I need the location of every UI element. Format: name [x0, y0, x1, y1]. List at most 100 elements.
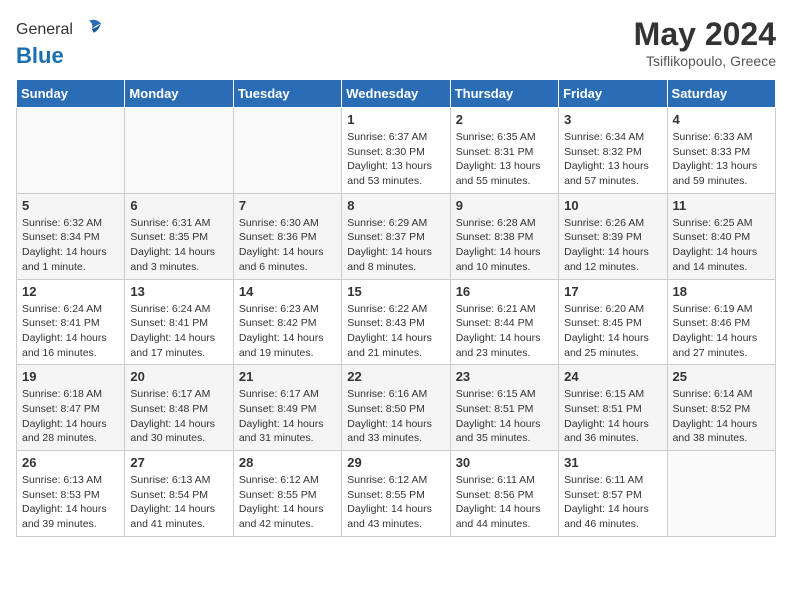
- calendar-cell: 24 Sunrise: 6:15 AM Sunset: 8:51 PM Dayli…: [559, 365, 667, 451]
- calendar-week-row: 19Sunrise: 6:18 AM Sunset: 8:47 PM Dayli…: [17, 365, 776, 451]
- calendar-cell: 23Sunrise: 6:15 AM Sunset: 8:51 PM Dayli…: [450, 365, 558, 451]
- day-info: Sunrise: 6:15 AM Sunset: 8:51 PM Dayligh…: [564, 387, 661, 446]
- calendar-cell: 12 Sunrise: 6:24 AM Sunset: 8:41 PM Dayli…: [17, 279, 125, 365]
- calendar-cell: 5 Sunrise: 6:32 AM Sunset: 8:34 PM Daylig…: [17, 193, 125, 279]
- calendar-week-row: 5 Sunrise: 6:32 AM Sunset: 8:34 PM Daylig…: [17, 193, 776, 279]
- day-number: 12: [22, 284, 119, 299]
- calendar-cell: 13 Sunrise: 6:24 AM Sunset: 8:41 PM Dayli…: [125, 279, 233, 365]
- day-number: 28: [239, 455, 336, 470]
- day-number: 16: [456, 284, 553, 299]
- day-info: Sunrise: 6:26 AM Sunset: 8:39 PM Dayligh…: [564, 216, 661, 275]
- day-info: Sunrise: 6:24 AM Sunset: 8:41 PM Dayligh…: [130, 302, 227, 361]
- day-info: Sunrise: 6:17 AM Sunset: 8:49 PM Dayligh…: [239, 387, 336, 446]
- day-info: Sunrise: 6:11 AM Sunset: 8:57 PM Dayligh…: [564, 473, 661, 532]
- day-number: 30: [456, 455, 553, 470]
- day-number: 20: [130, 369, 227, 384]
- day-number: 4: [673, 112, 770, 127]
- day-info: Sunrise: 6:16 AM Sunset: 8:50 PM Dayligh…: [347, 387, 444, 446]
- calendar-cell: [17, 108, 125, 194]
- day-info: Sunrise: 6:14 AM Sunset: 8:52 PM Dayligh…: [673, 387, 770, 446]
- day-info: Sunrise: 6:31 AM Sunset: 8:35 PM Dayligh…: [130, 216, 227, 275]
- calendar-cell: 20 Sunrise: 6:17 AM Sunset: 8:48 PM Dayli…: [125, 365, 233, 451]
- day-number: 27: [130, 455, 227, 470]
- calendar-cell: [125, 108, 233, 194]
- calendar-cell: 28 Sunrise: 6:12 AM Sunset: 8:55 PM Dayli…: [233, 451, 341, 537]
- day-number: 18: [673, 284, 770, 299]
- day-header-saturday: Saturday: [667, 80, 775, 108]
- day-info: Sunrise: 6:35 AM Sunset: 8:31 PM Dayligh…: [456, 130, 553, 189]
- day-number: 24: [564, 369, 661, 384]
- day-info: Sunrise: 6:12 AM Sunset: 8:55 PM Dayligh…: [347, 473, 444, 532]
- calendar-cell: 1 Sunrise: 6:37 AM Sunset: 8:30 PM Daylig…: [342, 108, 450, 194]
- calendar-cell: 6Sunrise: 6:31 AM Sunset: 8:35 PM Daylig…: [125, 193, 233, 279]
- calendar-cell: 10 Sunrise: 6:26 AM Sunset: 8:39 PM Dayli…: [559, 193, 667, 279]
- day-number: 8: [347, 198, 444, 213]
- day-number: 10: [564, 198, 661, 213]
- day-info: Sunrise: 6:17 AM Sunset: 8:48 PM Dayligh…: [130, 387, 227, 446]
- day-header-thursday: Thursday: [450, 80, 558, 108]
- day-header-sunday: Sunday: [17, 80, 125, 108]
- day-info: Sunrise: 6:11 AM Sunset: 8:56 PM Dayligh…: [456, 473, 553, 532]
- calendar-cell: 22 Sunrise: 6:16 AM Sunset: 8:50 PM Dayli…: [342, 365, 450, 451]
- calendar-cell: 31 Sunrise: 6:11 AM Sunset: 8:57 PM Dayli…: [559, 451, 667, 537]
- calendar-cell: 17 Sunrise: 6:20 AM Sunset: 8:45 PM Dayli…: [559, 279, 667, 365]
- day-info: Sunrise: 6:29 AM Sunset: 8:37 PM Dayligh…: [347, 216, 444, 275]
- day-number: 15: [347, 284, 444, 299]
- month-year-title: May 2024: [634, 16, 776, 53]
- day-number: 3: [564, 112, 661, 127]
- day-info: Sunrise: 6:30 AM Sunset: 8:36 PM Dayligh…: [239, 216, 336, 275]
- day-header-monday: Monday: [125, 80, 233, 108]
- calendar-cell: 8 Sunrise: 6:29 AM Sunset: 8:37 PM Daylig…: [342, 193, 450, 279]
- location-subtitle: Tsiflikopoulo, Greece: [634, 53, 776, 69]
- day-header-wednesday: Wednesday: [342, 80, 450, 108]
- calendar-table: SundayMondayTuesdayWednesdayThursdayFrid…: [16, 79, 776, 537]
- day-number: 17: [564, 284, 661, 299]
- day-info: Sunrise: 6:32 AM Sunset: 8:34 PM Dayligh…: [22, 216, 119, 275]
- calendar-week-row: 12 Sunrise: 6:24 AM Sunset: 8:41 PM Dayli…: [17, 279, 776, 365]
- day-info: Sunrise: 6:33 AM Sunset: 8:33 PM Dayligh…: [673, 130, 770, 189]
- day-number: 22: [347, 369, 444, 384]
- day-number: 13: [130, 284, 227, 299]
- day-info: Sunrise: 6:25 AM Sunset: 8:40 PM Dayligh…: [673, 216, 770, 275]
- calendar-cell: 19Sunrise: 6:18 AM Sunset: 8:47 PM Dayli…: [17, 365, 125, 451]
- calendar-cell: 3Sunrise: 6:34 AM Sunset: 8:32 PM Daylig…: [559, 108, 667, 194]
- calendar-cell: 16Sunrise: 6:21 AM Sunset: 8:44 PM Dayli…: [450, 279, 558, 365]
- calendar-cell: 4 Sunrise: 6:33 AM Sunset: 8:33 PM Daylig…: [667, 108, 775, 194]
- calendar-cell: 7Sunrise: 6:30 AM Sunset: 8:36 PM Daylig…: [233, 193, 341, 279]
- day-number: 31: [564, 455, 661, 470]
- day-info: Sunrise: 6:12 AM Sunset: 8:55 PM Dayligh…: [239, 473, 336, 532]
- day-number: 5: [22, 198, 119, 213]
- calendar-week-row: 26 Sunrise: 6:13 AM Sunset: 8:53 PM Dayli…: [17, 451, 776, 537]
- calendar-cell: [233, 108, 341, 194]
- calendar-cell: 26 Sunrise: 6:13 AM Sunset: 8:53 PM Dayli…: [17, 451, 125, 537]
- day-number: 1: [347, 112, 444, 127]
- day-info: Sunrise: 6:20 AM Sunset: 8:45 PM Dayligh…: [564, 302, 661, 361]
- calendar-cell: 14 Sunrise: 6:23 AM Sunset: 8:42 PM Dayli…: [233, 279, 341, 365]
- day-info: Sunrise: 6:18 AM Sunset: 8:47 PM Dayligh…: [22, 387, 119, 446]
- day-header-friday: Friday: [559, 80, 667, 108]
- day-info: Sunrise: 6:23 AM Sunset: 8:42 PM Dayligh…: [239, 302, 336, 361]
- day-header-tuesday: Tuesday: [233, 80, 341, 108]
- day-info: Sunrise: 6:13 AM Sunset: 8:54 PM Dayligh…: [130, 473, 227, 532]
- day-info: Sunrise: 6:37 AM Sunset: 8:30 PM Dayligh…: [347, 130, 444, 189]
- calendar-cell: [667, 451, 775, 537]
- day-info: Sunrise: 6:24 AM Sunset: 8:41 PM Dayligh…: [22, 302, 119, 361]
- day-number: 9: [456, 198, 553, 213]
- page-header: General Blue May 2024 Tsiflikopoulo, Gre…: [16, 16, 776, 69]
- calendar-cell: 21 Sunrise: 6:17 AM Sunset: 8:49 PM Dayli…: [233, 365, 341, 451]
- logo: General Blue: [16, 16, 103, 68]
- day-number: 21: [239, 369, 336, 384]
- calendar-cell: 15Sunrise: 6:22 AM Sunset: 8:43 PM Dayli…: [342, 279, 450, 365]
- day-number: 23: [456, 369, 553, 384]
- day-info: Sunrise: 6:13 AM Sunset: 8:53 PM Dayligh…: [22, 473, 119, 532]
- day-number: 2: [456, 112, 553, 127]
- calendar-cell: 9Sunrise: 6:28 AM Sunset: 8:38 PM Daylig…: [450, 193, 558, 279]
- day-number: 14: [239, 284, 336, 299]
- logo-general-text: General: [16, 21, 73, 39]
- calendar-week-row: 1 Sunrise: 6:37 AM Sunset: 8:30 PM Daylig…: [17, 108, 776, 194]
- calendar-cell: 30 Sunrise: 6:11 AM Sunset: 8:56 PM Dayli…: [450, 451, 558, 537]
- calendar-cell: 25Sunrise: 6:14 AM Sunset: 8:52 PM Dayli…: [667, 365, 775, 451]
- day-number: 26: [22, 455, 119, 470]
- calendar-cell: 29Sunrise: 6:12 AM Sunset: 8:55 PM Dayli…: [342, 451, 450, 537]
- logo-text: General Blue: [16, 16, 103, 68]
